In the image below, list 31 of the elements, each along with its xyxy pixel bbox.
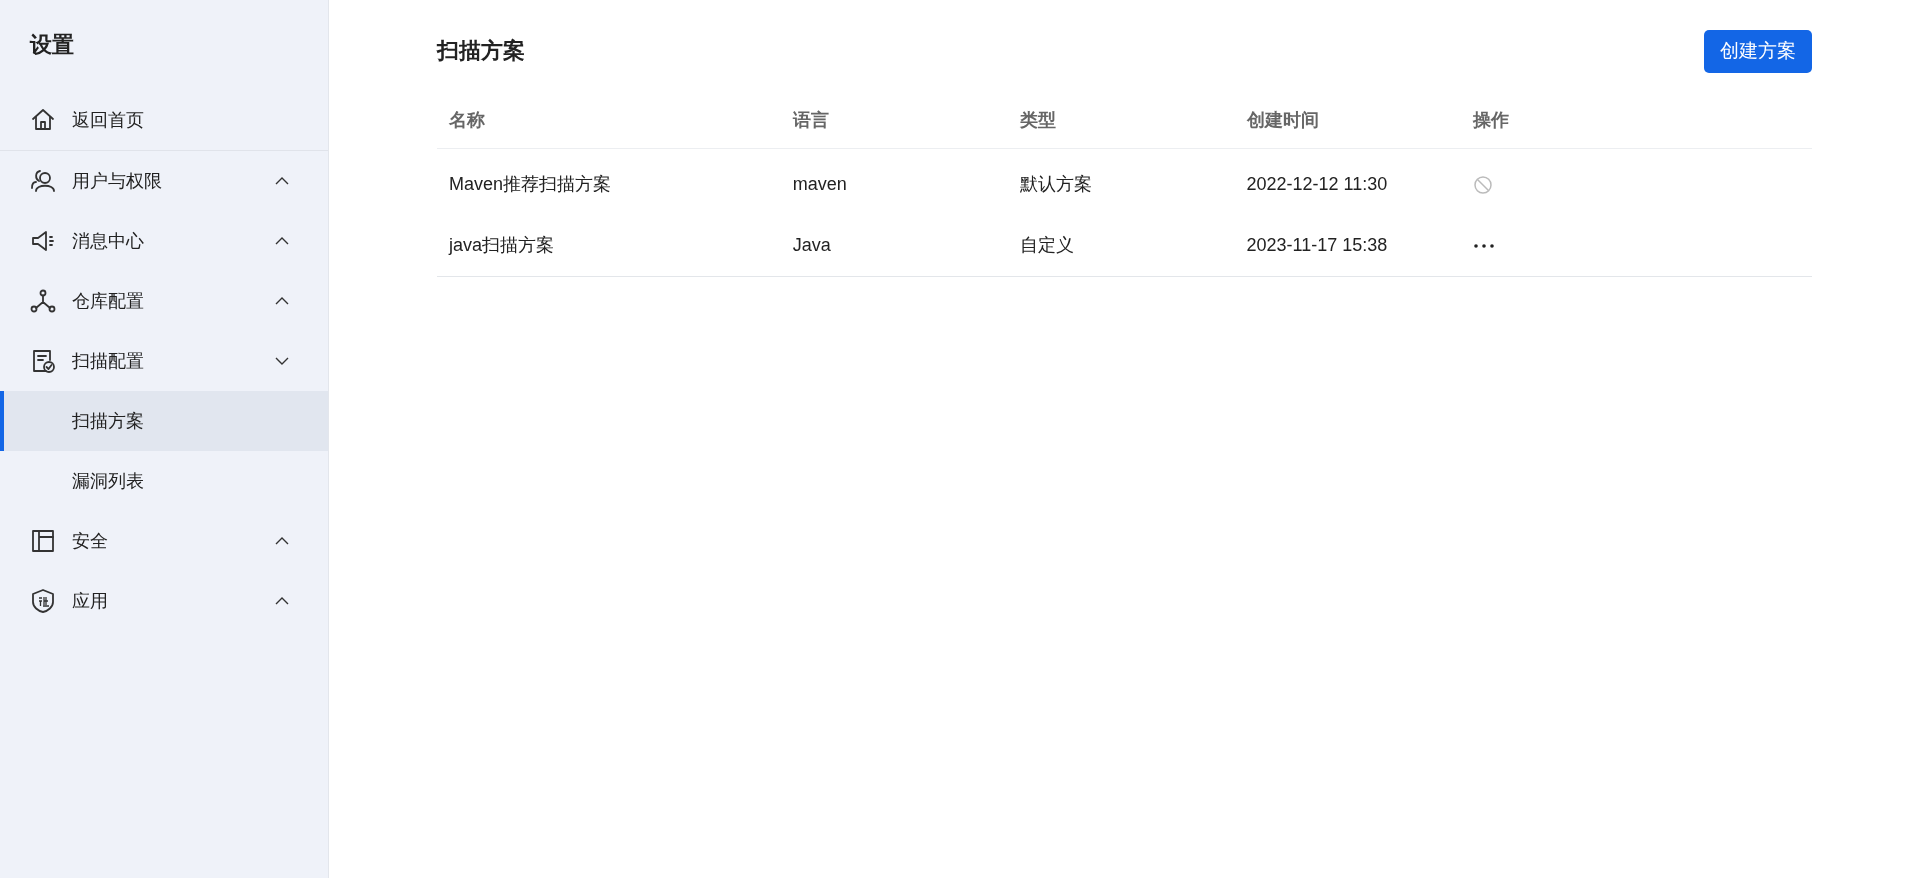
table-cell: java扫描方案	[437, 214, 781, 276]
column-header: 名称	[437, 92, 781, 148]
table-cell: 默认方案	[1007, 148, 1235, 215]
table-cell: 2023-11-17 15:38	[1234, 214, 1462, 276]
column-header: 类型	[1007, 92, 1235, 148]
more-icon[interactable]	[1473, 242, 1496, 249]
users-icon	[30, 168, 56, 195]
column-header: 操作	[1461, 92, 1812, 148]
menu-group[interactable]: 扫描配置	[0, 331, 328, 392]
nodes-icon	[30, 288, 56, 315]
menu-group[interactable]: 应用	[0, 571, 328, 632]
menu-item[interactable]: 返回首页	[0, 90, 328, 151]
submenu-item[interactable]: 扫描方案	[0, 391, 328, 452]
menu-group[interactable]: 用户与权限	[0, 151, 328, 212]
sidebar-title: 设置	[28, 31, 75, 59]
menu-group[interactable]: 仓库配置	[0, 271, 328, 332]
submenu-item[interactable]: 漏洞列表	[0, 451, 328, 512]
create-button[interactable]: 创建方案	[1704, 30, 1812, 73]
table-cell: Java	[780, 214, 1008, 276]
table-cell: maven	[780, 148, 1008, 215]
table-cell: 2022-12-12 11:30	[1234, 148, 1462, 215]
page-title: 扫描方案	[437, 38, 525, 65]
menu-group[interactable]: 安全	[0, 511, 328, 572]
layout-icon	[30, 528, 56, 555]
shield-icon	[30, 588, 56, 615]
menu-group[interactable]: 消息中心	[0, 211, 328, 272]
table-cell: Maven推荐扫描方案	[437, 148, 781, 215]
document-check-icon	[30, 348, 56, 375]
column-header: 语言	[780, 92, 1008, 148]
column-header: 创建时间	[1234, 92, 1462, 148]
table-cell: 自定义	[1007, 214, 1235, 276]
